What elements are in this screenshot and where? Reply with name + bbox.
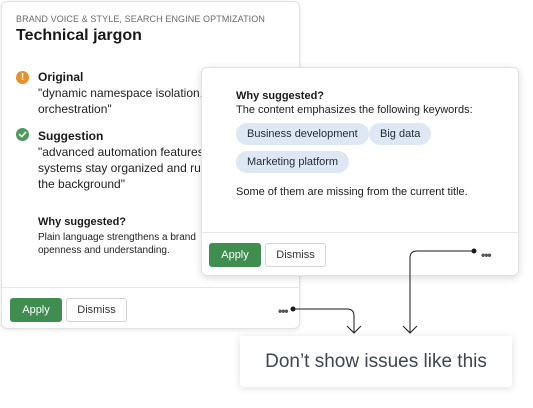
check-icon [16,128,29,141]
keyword-chip: Business development [236,123,369,145]
footer-divider [202,232,518,233]
apply-button[interactable]: Apply [10,298,62,322]
original-text-line-1: "dynamic namespace isolation, [38,86,204,100]
issue-category: BRAND VOICE & STYLE, SEARCH ENGINE OPTMI… [16,14,265,24]
front-suggestion-card: Why suggested? The content emphasizes th… [201,67,519,276]
apply-button[interactable]: Apply [209,243,261,267]
warning-icon: ! [16,71,29,84]
tooltip-text: Don’t show issues like this [265,350,487,372]
suggestion-text-line-1: "advanced automation features [38,145,204,159]
original-label: Original [38,70,84,84]
missing-keywords-note: Some of them are missing from the curren… [236,186,468,198]
why-suggested-text-line-2: openness and understanding. [38,245,170,256]
keyword-chip: Marketing platform [236,151,350,173]
dont-show-issues-tooltip[interactable]: Don’t show issues like this [240,336,512,387]
why-suggested-text-line-1: Plain language strengthens a brand [38,232,196,243]
arrow-line [293,308,355,332]
original-text-line-2: orchestration" [38,102,112,116]
suggestion-text-line-2: systems stay organized and run [38,161,208,175]
keywords-description: The content emphasizes the following key… [236,104,473,116]
more-dots-icon[interactable]: ••• [278,304,289,318]
arrow-head [346,325,362,334]
why-suggested-label: Why suggested? [236,90,325,102]
arrow-head [402,325,418,334]
dismiss-button[interactable]: Dismiss [265,243,326,267]
issue-title: Technical jargon [16,27,142,44]
keyword-chip: Big data [369,123,432,145]
dismiss-button[interactable]: Dismiss [66,298,127,322]
suggestion-text-line-3: the background" [38,177,125,191]
suggestion-label: Suggestion [38,129,104,143]
more-dots-icon[interactable]: ••• [481,248,492,262]
why-suggested-label: Why suggested? [38,216,127,228]
footer-divider [2,287,299,288]
